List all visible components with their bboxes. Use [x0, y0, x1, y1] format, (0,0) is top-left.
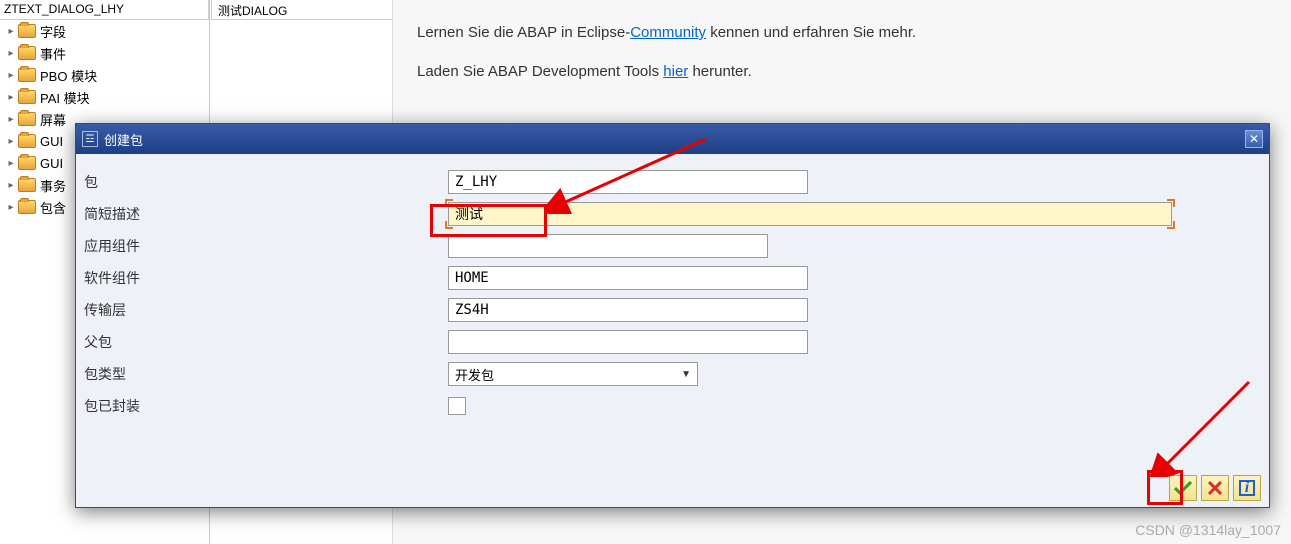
shortdesc-input[interactable] [448, 202, 1172, 226]
required-corner-icon [445, 199, 453, 207]
appcomp-label: 应用组件 [82, 236, 448, 256]
parentpkg-input[interactable] [448, 330, 808, 354]
info-icon: i [1239, 480, 1255, 496]
folder-icon [18, 46, 36, 60]
shortdesc-label: 简短描述 [82, 204, 448, 224]
appcomp-input[interactable] [448, 234, 768, 258]
folder-icon [18, 156, 36, 170]
tree-header-name: ZTEXT_DIALOG_LHY [0, 0, 209, 19]
softcomp-label: 软件组件 [82, 268, 448, 288]
required-corner-icon [1167, 199, 1175, 207]
tree-item-label: 字段 [40, 22, 66, 41]
folder-icon [18, 90, 36, 104]
tree-item-fields[interactable]: ▸ 字段 [0, 20, 209, 42]
expand-icon[interactable]: ▸ [6, 92, 16, 102]
tree-item-label: 事件 [40, 44, 66, 63]
transport-label: 传输层 [82, 300, 448, 320]
expand-icon[interactable]: ▸ [6, 70, 16, 80]
info-button[interactable]: i [1233, 475, 1261, 501]
pkgtype-label: 包类型 [82, 364, 448, 384]
dialog-title: 创建包 [104, 130, 143, 149]
tree-item-label: 事务 [40, 176, 66, 195]
tree-item-pai[interactable]: ▸ PAI 模块 [0, 86, 209, 108]
folder-icon [18, 134, 36, 148]
community-link[interactable]: Community [630, 24, 706, 41]
tree-item-pbo[interactable]: ▸ PBO 模块 [0, 64, 209, 86]
package-label: 包 [82, 172, 448, 192]
ok-button[interactable] [1169, 475, 1197, 501]
sealed-checkbox[interactable] [448, 397, 466, 415]
softcomp-input[interactable] [448, 266, 808, 290]
folder-icon [18, 112, 36, 126]
tree-item-label: PAI 模块 [40, 88, 90, 107]
folder-icon [18, 24, 36, 38]
parentpkg-label: 父包 [82, 332, 448, 352]
chevron-down-icon: ▼ [681, 369, 691, 380]
expand-icon[interactable]: ▸ [6, 48, 16, 58]
dialog-titlebar[interactable]: ☲ 创建包 ✕ [76, 124, 1269, 154]
required-corner-icon [1167, 221, 1175, 229]
cancel-button[interactable] [1201, 475, 1229, 501]
hier-link[interactable]: hier [663, 63, 688, 80]
dialog-icon: ☲ [82, 131, 98, 147]
required-corner-icon [445, 221, 453, 229]
folder-icon [18, 68, 36, 82]
check-icon [1174, 481, 1192, 495]
expand-icon[interactable]: ▸ [6, 26, 16, 36]
tree-item-events[interactable]: ▸ 事件 [0, 42, 209, 64]
expand-icon[interactable]: ▸ [6, 180, 16, 190]
tree-item-label: 包含 [40, 198, 66, 217]
expand-icon[interactable]: ▸ [6, 114, 16, 124]
folder-icon [18, 178, 36, 192]
content-line-1: Lernen Sie die ABAP in Eclipse-Community… [417, 24, 1267, 41]
close-icon[interactable]: ✕ [1245, 130, 1263, 148]
sidebar-header: ZTEXT_DIALOG_LHY [0, 0, 209, 20]
tree-item-label: PBO 模块 [40, 66, 97, 85]
tree-item-label: GUI [40, 156, 63, 171]
tree-item-label: GUI [40, 134, 63, 149]
pkgtype-value: 开发包 [455, 365, 494, 384]
transport-input[interactable] [448, 298, 808, 322]
package-input[interactable] [448, 170, 808, 194]
dialog-body: 包 简短描述 应用组件 软件组件 传输层 父包 [76, 154, 1269, 422]
expand-icon[interactable]: ▸ [6, 158, 16, 168]
expand-icon[interactable]: ▸ [6, 136, 16, 146]
content-line-2: Laden Sie ABAP Development Tools hier he… [417, 63, 1267, 80]
watermark: CSDN @1314lay_1007 [1135, 522, 1281, 538]
dialog-footer: i [1169, 475, 1261, 501]
create-package-dialog: ☲ 创建包 ✕ 包 简短描述 应用组件 软件组件 传 [75, 123, 1270, 508]
tree-item-label: 屏幕 [40, 110, 66, 129]
expand-icon[interactable]: ▸ [6, 202, 16, 212]
pkgtype-dropdown[interactable]: 开发包 ▼ [448, 362, 698, 386]
x-icon [1208, 481, 1222, 495]
folder-icon [18, 200, 36, 214]
sealed-label: 包已封装 [82, 396, 448, 416]
